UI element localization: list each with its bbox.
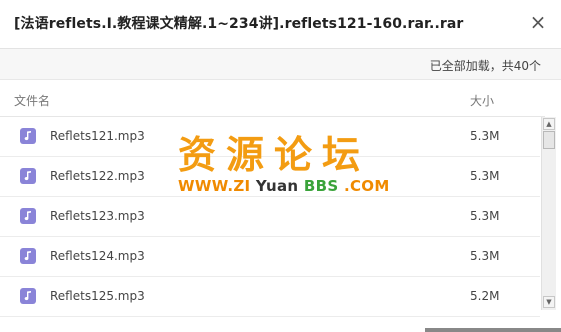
scrollbar-thumb[interactable] (543, 131, 555, 149)
music-file-icon (20, 208, 36, 224)
bottom-edge-bar (425, 328, 561, 332)
dialog-titlebar: [法语reflets.I.教程课文精解.1~234讲].reflets121-1… (0, 0, 561, 49)
file-name: Reflets123.mp3 (50, 209, 145, 223)
file-name: Reflets121.mp3 (50, 129, 145, 143)
load-summary-text: 已全部加载，共40个 (429, 59, 541, 73)
close-icon[interactable]: × (529, 12, 547, 32)
file-row[interactable]: Reflets123.mp3 5.3M (0, 197, 540, 237)
file-row[interactable]: Reflets121.mp3 5.3M (0, 117, 540, 157)
music-file-icon (20, 288, 36, 304)
file-list-header: 文件名 大小 (0, 80, 545, 117)
file-name: Reflets124.mp3 (50, 249, 145, 263)
file-row[interactable]: Reflets125.mp3 5.2M (0, 277, 540, 317)
column-header-name[interactable]: 文件名 (14, 92, 50, 109)
music-file-icon (20, 128, 36, 144)
file-row[interactable]: Reflets124.mp3 5.3M (0, 237, 540, 277)
file-row[interactable]: Reflets122.mp3 5.3M (0, 157, 540, 197)
dialog-title: [法语reflets.I.教程课文精解.1~234讲].reflets121-1… (14, 16, 464, 32)
scroll-up-icon[interactable]: ▲ (543, 118, 555, 130)
file-size: 5.2M (470, 289, 500, 303)
file-size: 5.3M (470, 209, 500, 223)
file-size: 5.3M (470, 129, 500, 143)
load-summary-bar: 已全部加载，共40个 (0, 49, 561, 80)
music-file-icon (20, 168, 36, 184)
file-list: Reflets121.mp3 5.3M Reflets122.mp3 5.3M … (0, 117, 540, 317)
file-name: Reflets125.mp3 (50, 289, 145, 303)
vertical-scrollbar[interactable]: ▲ ▼ (541, 117, 556, 310)
file-size: 5.3M (470, 169, 500, 183)
music-file-icon (20, 248, 36, 264)
file-size: 5.3M (470, 249, 500, 263)
scroll-down-icon[interactable]: ▼ (543, 296, 555, 308)
file-name: Reflets122.mp3 (50, 169, 145, 183)
column-header-size[interactable]: 大小 (470, 92, 494, 109)
